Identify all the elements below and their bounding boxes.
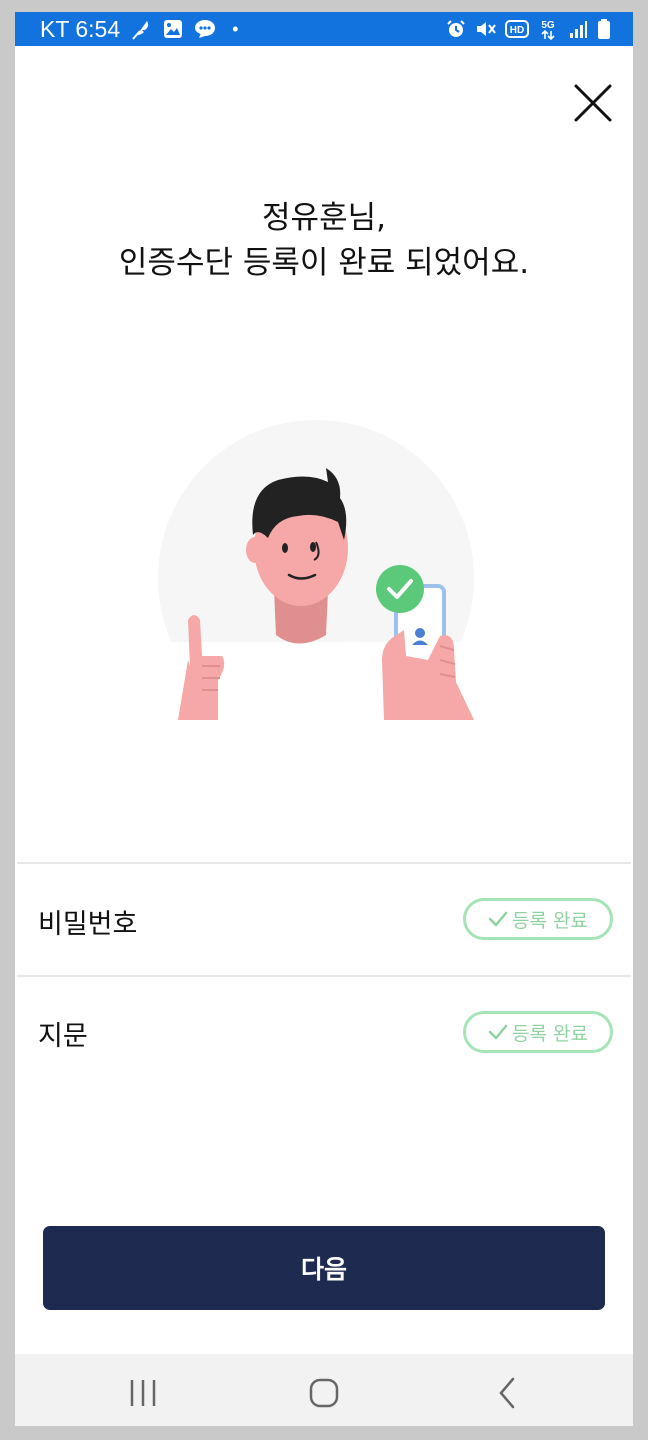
status-badge-label: 등록 완료 [512, 1022, 588, 1045]
alarm-icon [445, 18, 467, 40]
status-right: HD 5G [445, 18, 611, 40]
home-button[interactable] [304, 1372, 344, 1412]
status-badge: 등록 완료 [463, 898, 613, 940]
recent-apps-button[interactable] [123, 1372, 163, 1412]
hd-icon: HD [505, 18, 529, 40]
status-left: KT 6:54 • [40, 16, 238, 43]
page-title: 정유훈님, 인증수단 등록이 완료 되었어요. [15, 196, 633, 286]
back-icon [499, 1377, 515, 1409]
status-badge-label: 등록 완료 [512, 909, 588, 932]
title-line-1: 정유훈님, [262, 200, 386, 236]
signal-icon [567, 18, 589, 40]
right-eye [310, 542, 316, 552]
ear [246, 537, 264, 563]
divider [17, 975, 631, 977]
5g-label: 5G [541, 20, 555, 31]
home-icon [309, 1378, 339, 1408]
back-button[interactable] [487, 1372, 527, 1412]
check-icon [488, 911, 508, 927]
check-circle [376, 565, 424, 613]
close-button[interactable] [572, 82, 614, 124]
status-bar: KT 6:54 • HD 5G [15, 12, 633, 46]
registration-complete-illustration [158, 420, 474, 720]
next-button[interactable]: 다음 [43, 1226, 605, 1310]
feather-icon [130, 18, 152, 40]
check-icon [488, 1024, 508, 1040]
screen: 정유훈님, 인증수단 등록이 완료 되었어요. 비밀번호 등록 완료 지문 등록… [15, 46, 633, 1354]
mute-icon [475, 18, 497, 40]
hd-label: HD [510, 25, 524, 36]
image-icon [162, 18, 184, 40]
left-eye [282, 543, 288, 553]
fingerprint-label: 지문 [38, 1021, 88, 1052]
status-badge: 등록 완료 [463, 1011, 613, 1053]
title-line-2: 인증수단 등록이 완료 되었어요. [118, 245, 530, 281]
close-icon [574, 84, 612, 122]
carrier-time: KT 6:54 [40, 15, 121, 42]
notification-dot: • [232, 18, 239, 39]
chat-bubble-icon [194, 18, 216, 40]
battery-icon [597, 18, 611, 40]
divider [17, 862, 631, 864]
recent-apps-icon [130, 1380, 156, 1406]
password-label: 비밀번호 [38, 909, 138, 940]
5g-icon: 5G [537, 18, 559, 40]
navigation-bar [15, 1354, 633, 1426]
